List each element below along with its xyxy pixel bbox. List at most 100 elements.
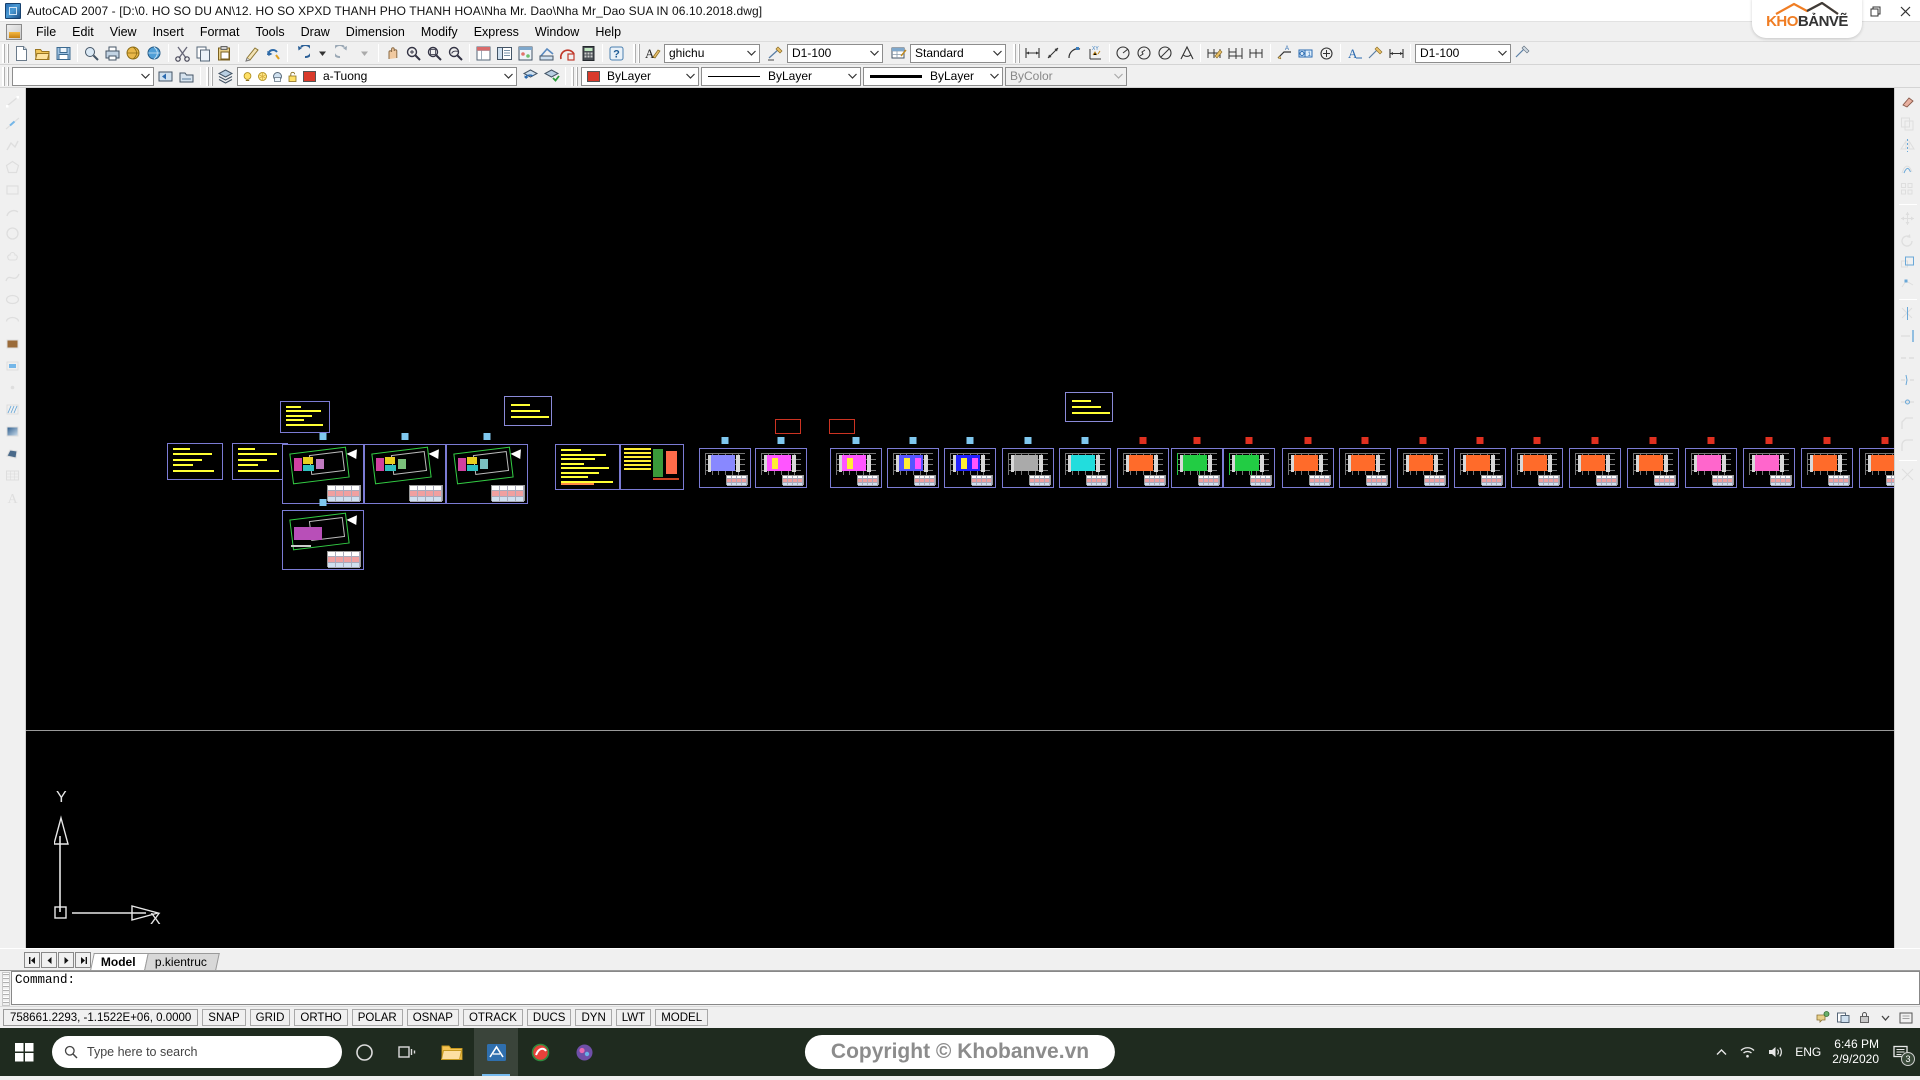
dim-quick-button[interactable]: [1204, 43, 1225, 64]
sheet-grip-marker[interactable]: [852, 437, 860, 444]
properties-toolbar-grip[interactable]: [2, 66, 9, 86]
drawing-sheet[interactable]: [232, 443, 288, 480]
text-style-icon[interactable]: A: [642, 43, 663, 64]
table-style-combo[interactable]: Standard: [910, 43, 1006, 63]
coordinate-display[interactable]: 758661.2293, -1.1522E+06, 0.0000: [3, 1009, 199, 1026]
rotate-tool[interactable]: [1897, 230, 1919, 251]
sheet-set-button[interactable]: [536, 43, 557, 64]
sheet-grip-marker[interactable]: [483, 433, 491, 440]
help-button[interactable]: ?: [606, 43, 627, 64]
dim-style-control-button[interactable]: [1386, 43, 1407, 64]
sheet-grip-marker[interactable]: [1139, 437, 1147, 444]
tab-pkientruc[interactable]: p.kientruc: [143, 953, 220, 970]
plot-button[interactable]: [102, 43, 123, 64]
spline-tool[interactable]: [2, 267, 24, 288]
chamfer-tool[interactable]: [1897, 413, 1919, 434]
sheet-grip-marker[interactable]: [1533, 437, 1541, 444]
tab-nav-prev[interactable]: [41, 952, 57, 968]
status-toggle-otrack[interactable]: OTRACK: [462, 1009, 523, 1026]
chevron-down-icon[interactable]: [986, 68, 1002, 85]
menu-format[interactable]: Format: [192, 23, 248, 41]
layer-properties-manager-button[interactable]: [215, 66, 236, 87]
drawing-sheet[interactable]: [830, 437, 882, 488]
highlighted-text-box[interactable]: [1065, 392, 1113, 422]
sheet-grip-marker[interactable]: [1881, 437, 1889, 444]
linetype-control-combo[interactable]: ByLayer: [701, 66, 861, 86]
cortana-button[interactable]: [342, 1028, 386, 1076]
move-tool[interactable]: [1897, 208, 1919, 229]
extend-tool[interactable]: [1897, 325, 1919, 346]
sheet-grip-marker[interactable]: [1304, 437, 1312, 444]
sheet-grip-marker[interactable]: [401, 433, 409, 440]
taskbar-search[interactable]: Type here to search: [52, 1036, 342, 1068]
paste-button[interactable]: [214, 43, 235, 64]
undo-dropdown[interactable]: [312, 43, 333, 64]
dim-arc-length-button[interactable]: [1064, 43, 1085, 64]
drawing-sheet[interactable]: [1859, 437, 1894, 488]
sheet-grip-marker[interactable]: [1419, 437, 1427, 444]
make-object-layer-combo[interactable]: [12, 66, 154, 86]
dim-multileader-button[interactable]: A: [1274, 43, 1295, 64]
new-button[interactable]: [11, 43, 32, 64]
drawing-sheet[interactable]: [1801, 437, 1853, 488]
menu-dimension[interactable]: Dimension: [338, 23, 413, 41]
dim-ordinate-button[interactable]: XY: [1085, 43, 1106, 64]
revision-cloud-tool[interactable]: [2, 245, 24, 266]
sheet-grip-marker[interactable]: [319, 499, 327, 506]
drawing-sheet[interactable]: [1002, 437, 1054, 488]
drawing-sheet[interactable]: [280, 401, 330, 433]
layer-control-combo[interactable]: a-Tuong: [237, 66, 517, 86]
rectangle-tool[interactable]: [2, 179, 24, 200]
redo-arrow-button[interactable]: [333, 43, 354, 64]
fillet-tool[interactable]: [1897, 435, 1919, 456]
model-space[interactable]: [26, 88, 1894, 948]
pan-realtime-button[interactable]: [382, 43, 403, 64]
drawing-sheet[interactable]: [1511, 437, 1563, 488]
dim-center-mark-button[interactable]: [1316, 43, 1337, 64]
copy-object-tool[interactable]: [1897, 113, 1919, 134]
menu-insert[interactable]: Insert: [145, 23, 192, 41]
photoshop-taskbar-button[interactable]: [562, 1028, 606, 1076]
break-at-point-tool[interactable]: [1897, 347, 1919, 368]
language-indicator[interactable]: ENG: [1795, 1045, 1821, 1059]
zoom-realtime-button[interactable]: [403, 43, 424, 64]
drawing-sheet[interactable]: [1117, 437, 1169, 488]
drawing-polygon[interactable]: [829, 419, 855, 434]
menu-help[interactable]: Help: [587, 23, 629, 41]
chevron-down-icon[interactable]: [989, 45, 1005, 62]
drawing-sheet[interactable]: [1685, 437, 1737, 488]
dim-edit-text-button[interactable]: A: [1344, 43, 1365, 64]
sheet-grip-marker[interactable]: [1707, 437, 1715, 444]
layers-toolbar-grip[interactable]: [206, 66, 213, 86]
styles-toolbar-grip[interactable]: [633, 43, 640, 63]
sheet-grip-marker[interactable]: [777, 437, 785, 444]
break-tool[interactable]: [1897, 369, 1919, 390]
drawing-sheet[interactable]: [1627, 437, 1679, 488]
dim-update-button[interactable]: [1365, 43, 1386, 64]
arc-tool[interactable]: [2, 201, 24, 222]
volume-icon[interactable]: [1767, 1045, 1784, 1059]
layer-on-icon[interactable]: [240, 68, 255, 84]
status-toggle-osnap[interactable]: OSNAP: [406, 1009, 459, 1026]
layer-thaw-viewport-icon[interactable]: [270, 68, 285, 84]
dim-aligned-button[interactable]: [1043, 43, 1064, 64]
point-tool[interactable]: [2, 377, 24, 398]
sheet-grip-marker[interactable]: [1591, 437, 1599, 444]
sheet-grip-marker[interactable]: [1823, 437, 1831, 444]
status-toggle-model[interactable]: MODEL: [655, 1009, 709, 1026]
sheet-grip-marker[interactable]: [1193, 437, 1201, 444]
menu-window[interactable]: Window: [527, 23, 587, 41]
dim-diameter-button[interactable]: [1155, 43, 1176, 64]
dim-style-manager-button[interactable]: [1512, 43, 1533, 64]
plot-preview-button[interactable]: [81, 43, 102, 64]
save-button[interactable]: [53, 43, 74, 64]
close-button[interactable]: [1890, 0, 1920, 22]
layer-color-swatch[interactable]: [303, 70, 316, 82]
status-toggle-polar[interactable]: POLAR: [351, 1009, 403, 1026]
zoom-previous-button[interactable]: [445, 43, 466, 64]
menu-draw[interactable]: Draw: [293, 23, 338, 41]
status-toggle-ortho[interactable]: ORTHO: [294, 1009, 348, 1026]
lock-toolbars-icon[interactable]: [1856, 1010, 1872, 1026]
menu-view[interactable]: View: [102, 23, 145, 41]
open-button[interactable]: [32, 43, 53, 64]
